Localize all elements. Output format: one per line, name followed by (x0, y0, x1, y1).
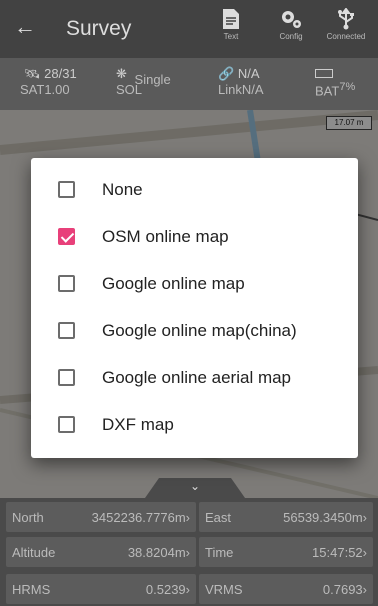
option-google-online-map-china[interactable]: Google online map(china) (31, 307, 358, 354)
chevron-right-icon: › (362, 510, 367, 525)
north-readout[interactable]: North 3452236.7776m› (6, 502, 196, 532)
hrms-value: 0.5239 (145, 582, 186, 597)
sat-count: 28/31 (44, 66, 77, 81)
option-label: Google online aerial map (102, 368, 292, 387)
sol-mode: Single (134, 72, 171, 87)
page-title: Survey (66, 17, 132, 40)
hrms-label: HRMS (12, 582, 51, 597)
sat-label: SAT1.00 (20, 82, 70, 97)
altitude-label: Altitude (12, 545, 56, 560)
chevron-right-icon: › (185, 510, 190, 525)
usb-icon (338, 8, 354, 30)
satellite-icon: 🛰 (24, 66, 41, 81)
east-readout[interactable]: East 56539.3450m› (199, 502, 373, 532)
checkbox[interactable] (58, 275, 75, 292)
option-none[interactable]: None (31, 166, 358, 213)
chevron-right-icon: › (185, 582, 190, 597)
link-top: N/A (237, 66, 260, 81)
option-label: Google online map(china) (102, 321, 297, 340)
solution-icon: ❋ (116, 66, 127, 81)
map-type-dialog: None OSM online map Google online map Go… (31, 158, 358, 458)
chevron-down-icon: ⌄ (189, 479, 201, 493)
text-button[interactable]: Text (205, 8, 257, 41)
chevron-right-icon: › (362, 545, 367, 560)
north-label: North (12, 510, 44, 525)
checkbox[interactable] (58, 369, 75, 386)
east-value: 56539.3450m (283, 510, 363, 525)
vrms-value: 0.7693 (322, 582, 363, 597)
option-label: OSM online map (102, 227, 229, 246)
option-osm-online-map[interactable]: OSM online map (31, 213, 358, 260)
solution-status[interactable]: ❋ Single SOL (116, 66, 171, 97)
text-button-label: Text (223, 32, 239, 41)
status-bar: 🛰 28/31 SAT1.00 ❋ Single SOL 🔗 N/A LinkN… (0, 58, 378, 110)
checkbox[interactable] (58, 322, 75, 339)
time-readout[interactable]: Time 15:47:52› (199, 537, 373, 567)
option-label: None (102, 180, 143, 199)
collapse-handle[interactable]: ⌄ (145, 478, 245, 498)
time-value: 15:47:52 (312, 545, 363, 560)
north-value: 3452236.7776m (91, 510, 186, 525)
config-button[interactable]: Config (265, 8, 317, 41)
chevron-right-icon: › (185, 545, 190, 560)
bat-value: 7% (339, 81, 356, 93)
checkbox[interactable] (58, 181, 75, 198)
connected-button[interactable]: Connected (320, 8, 372, 41)
document-icon (223, 9, 239, 29)
altitude-value: 38.8204m (127, 545, 186, 560)
battery-status[interactable]: BAT7% (315, 66, 355, 98)
vrms-readout[interactable]: VRMS 0.7693› (199, 574, 373, 604)
time-label: Time (205, 545, 234, 560)
app-bar: ← Survey Text Config Connected (0, 0, 378, 58)
link-icon: 🔗 (218, 66, 235, 81)
gears-icon (282, 11, 301, 28)
link-status[interactable]: 🔗 N/A LinkN/A (218, 66, 264, 97)
hrms-readout[interactable]: HRMS 0.5239› (6, 574, 196, 604)
east-label: East (205, 510, 232, 525)
option-label: DXF map (102, 415, 174, 434)
connected-button-label: Connected (326, 32, 366, 41)
satellite-status[interactable]: 🛰 28/31 SAT1.00 (20, 66, 77, 97)
battery-icon (315, 69, 333, 78)
config-button-label: Config (279, 32, 303, 41)
vrms-label: VRMS (205, 582, 243, 597)
chevron-right-icon: › (362, 582, 367, 597)
option-label: Google online map (102, 274, 245, 293)
option-google-online-map[interactable]: Google online map (31, 260, 358, 307)
option-dxf-map[interactable]: DXF map (31, 401, 358, 448)
altitude-readout[interactable]: Altitude 38.8204m› (6, 537, 196, 567)
link-label: LinkN/A (218, 82, 264, 97)
readout-panel: North 3452236.7776m› East 56539.3450m› A… (0, 498, 378, 606)
option-google-online-aerial-map[interactable]: Google online aerial map (31, 354, 358, 401)
bat-label: BAT (315, 83, 340, 99)
checkbox[interactable] (58, 416, 75, 433)
checkbox-checked[interactable] (58, 228, 75, 245)
back-arrow-icon[interactable]: ← (14, 14, 36, 40)
